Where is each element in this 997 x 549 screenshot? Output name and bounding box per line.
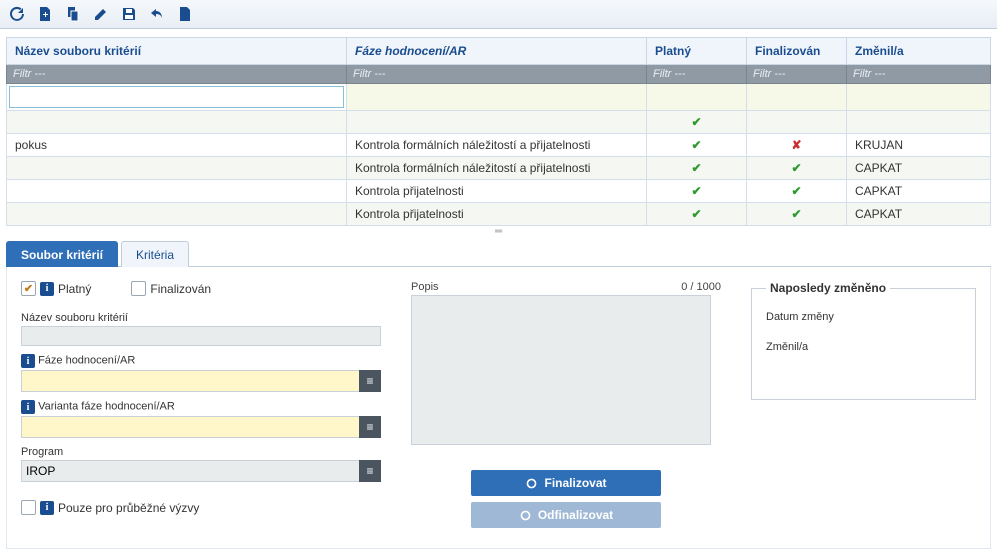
info-icon: i <box>21 400 35 414</box>
criteria-grid: Název souboru kritérií Fáze hodnocení/AR… <box>6 37 991 226</box>
popis-counter: 0 / 1000 <box>681 281 721 293</box>
table-row[interactable]: ✔ <box>7 111 991 134</box>
splitter-handle[interactable]: ═ <box>0 226 997 232</box>
info-icon: i <box>21 354 35 368</box>
cell-valid: ✔ <box>647 134 747 157</box>
cell-phase: Kontrola formálních náležitostí a přijat… <box>347 134 647 157</box>
filter-name[interactable]: Filtr --- <box>7 65 347 84</box>
only-continuous-checkbox[interactable] <box>21 500 36 515</box>
only-continuous-label: Pouze pro průběžné výzvy <box>58 501 199 515</box>
table-row[interactable]: Kontrola přijatelnosti ✔ ✔ CAPKAT <box>7 180 991 203</box>
changes-legend: Naposledy změněno <box>766 281 890 295</box>
cell-changed-by: CAPKAT <box>847 180 991 203</box>
cell-phase: Kontrola přijatelnosti <box>347 180 647 203</box>
phase-label: Fáze hodnocení/AR <box>38 355 135 367</box>
cell-finalized: ✔ <box>747 203 847 226</box>
document-icon[interactable] <box>176 5 194 23</box>
cell-phase: Kontrola přijatelnosti <box>347 203 647 226</box>
edit-icon[interactable] <box>92 5 110 23</box>
popis-textarea[interactable] <box>411 295 711 445</box>
cell-finalized: ✔ <box>747 180 847 203</box>
cell-name <box>7 111 347 134</box>
cell-name: pokus <box>7 134 347 157</box>
check-icon: ✔ <box>655 207 738 221</box>
col-finalized[interactable]: Finalizován <box>747 38 847 65</box>
date-changed-label: Datum změny <box>766 311 961 323</box>
info-icon: i <box>40 501 54 515</box>
undo-icon[interactable] <box>148 5 166 23</box>
program-label: Program <box>21 446 381 458</box>
filter-changed-by[interactable]: Filtr --- <box>847 65 991 84</box>
cell-name <box>7 157 347 180</box>
table-row[interactable]: Kontrola formálních náležitostí a přijat… <box>7 157 991 180</box>
cell-phase: Kontrola formálních náležitostí a přijat… <box>347 157 647 180</box>
phase-lookup-button[interactable]: ≡ <box>359 370 381 392</box>
check-icon: ✔ <box>655 138 738 152</box>
filter-finalized[interactable]: Filtr --- <box>747 65 847 84</box>
col-phase[interactable]: Fáze hodnocení/AR <box>347 38 647 65</box>
save-icon[interactable] <box>120 5 138 23</box>
check-icon: ✔ <box>755 161 838 175</box>
changed-by-label: Změnil/a <box>766 341 961 353</box>
refresh-icon[interactable] <box>8 5 26 23</box>
filter-phase[interactable]: Filtr --- <box>347 65 647 84</box>
cell-phase <box>347 111 647 134</box>
name-label: Název souboru kritérií <box>21 312 381 324</box>
last-changed-fieldset: Naposledy změněno Datum změny Změnil/a <box>751 281 976 400</box>
unfinalize-button[interactable]: Odfinalizovat <box>471 502 661 528</box>
popis-label: Popis <box>411 281 439 293</box>
program-input[interactable] <box>21 460 381 482</box>
cross-icon: ✘ <box>755 138 838 152</box>
check-icon: ✔ <box>655 115 738 129</box>
cell-name <box>7 180 347 203</box>
variant-input[interactable] <box>21 416 381 438</box>
name-search-input[interactable] <box>9 86 344 108</box>
info-icon: i <box>40 282 54 296</box>
finalize-button[interactable]: Finalizovat <box>471 470 661 496</box>
tab-soubor-kriterii[interactable]: Soubor kritérií <box>6 241 118 267</box>
cell-changed-by: CAPKAT <box>847 203 991 226</box>
program-lookup-button[interactable]: ≡ <box>359 460 381 482</box>
table-row[interactable]: Kontrola přijatelnosti ✔ ✔ CAPKAT <box>7 203 991 226</box>
cell-finalized: ✘ <box>747 134 847 157</box>
finalized-checkbox[interactable] <box>131 281 146 296</box>
valid-checkbox[interactable]: ✔ <box>21 281 36 296</box>
cell-changed-by: CAPKAT <box>847 157 991 180</box>
cell-valid: ✔ <box>647 111 747 134</box>
check-icon: ✔ <box>755 184 838 198</box>
table-row[interactable]: pokusKontrola formálních náležitostí a p… <box>7 134 991 157</box>
phase-input[interactable] <box>21 370 381 392</box>
detail-tabs: Soubor kritérií Kritéria <box>6 240 991 267</box>
check-icon: ✔ <box>755 207 838 221</box>
variant-lookup-button[interactable]: ≡ <box>359 416 381 438</box>
valid-label: Platný <box>58 282 91 296</box>
cell-finalized: ✔ <box>747 157 847 180</box>
col-valid[interactable]: Platný <box>647 38 747 65</box>
cell-valid: ✔ <box>647 203 747 226</box>
variant-label: Varianta fáze hodnocení/AR <box>38 401 175 413</box>
check-icon: ✔ <box>655 184 738 198</box>
new-icon[interactable] <box>36 5 54 23</box>
col-changed-by[interactable]: Změnil/a <box>847 38 991 65</box>
copy-icon[interactable] <box>64 5 82 23</box>
check-icon: ✔ <box>655 161 738 175</box>
cell-changed-by: KRUJAN <box>847 134 991 157</box>
cell-valid: ✔ <box>647 157 747 180</box>
name-input[interactable] <box>21 326 381 346</box>
tab-kriteria[interactable]: Kritéria <box>121 241 189 267</box>
cell-valid: ✔ <box>647 180 747 203</box>
detail-panel: ✔ i Platný Finalizován Název souboru kri… <box>6 267 991 549</box>
col-name[interactable]: Název souboru kritérií <box>7 38 347 65</box>
cell-finalized <box>747 111 847 134</box>
finalized-label: Finalizován <box>150 282 211 296</box>
filter-valid[interactable]: Filtr --- <box>647 65 747 84</box>
cell-changed-by <box>847 111 991 134</box>
toolbar <box>0 0 997 29</box>
cell-name <box>7 203 347 226</box>
